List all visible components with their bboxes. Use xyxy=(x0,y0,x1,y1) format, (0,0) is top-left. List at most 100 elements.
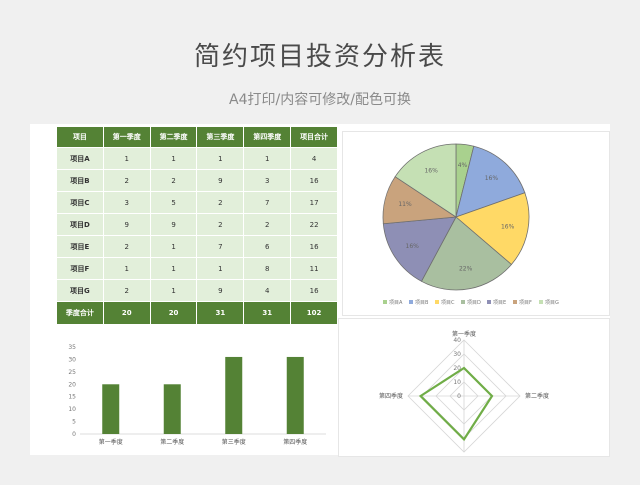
radar-tick-label: 40 xyxy=(453,337,461,344)
table-cell[interactable]: 2 xyxy=(102,235,151,258)
table-cell[interactable]: 9 xyxy=(196,169,245,192)
table-row: 项目G 2 1 9 4 16 xyxy=(56,279,338,302)
legend-swatch xyxy=(487,300,491,304)
table-row: 项目D 9 9 2 2 22 xyxy=(56,213,338,236)
table-cell[interactable]: 1 xyxy=(102,257,151,280)
y-tick-label: 30 xyxy=(68,356,76,363)
total-cell[interactable]: 31 xyxy=(243,301,292,325)
radar-chart-panel[interactable]: 010203040第一季度第二季度第三季度第四季度 xyxy=(338,318,610,464)
total-cell[interactable]: 20 xyxy=(102,301,151,325)
table-cell[interactable]: 项目G xyxy=(56,279,104,302)
total-cell[interactable]: 20 xyxy=(149,301,198,325)
table-cell[interactable]: 16 xyxy=(290,235,338,258)
bar xyxy=(286,356,304,434)
table-row: 项目B 2 2 9 3 16 xyxy=(56,169,338,192)
investment-table: 项目 第一季度 第二季度 第三季度 第四季度 项目合计 项目A 1 1 1 1 … xyxy=(56,126,338,325)
table-cell[interactable]: 1 xyxy=(149,279,198,302)
legend-label: 项目A xyxy=(389,300,403,306)
x-tick-label: 第四季度 xyxy=(283,438,307,446)
legend-label: 项目C xyxy=(441,300,455,306)
y-tick-label: 0 xyxy=(72,431,76,438)
table-row: 项目A 1 1 1 1 4 xyxy=(56,147,338,170)
bar xyxy=(225,356,243,434)
table-header-row: 项目 第一季度 第二季度 第三季度 第四季度 项目合计 xyxy=(56,126,338,148)
table-cell[interactable]: 16 xyxy=(290,169,338,192)
header-cell[interactable]: 项目 xyxy=(56,126,104,148)
table-cell[interactable]: 17 xyxy=(290,191,338,214)
y-tick-label: 20 xyxy=(68,381,76,388)
radar-chart: 010203040第一季度第二季度第三季度第四季度 xyxy=(379,330,549,464)
table-row: 项目C 3 5 2 7 17 xyxy=(56,191,338,214)
table-cell[interactable]: 项目A xyxy=(56,147,104,170)
table-cell[interactable]: 8 xyxy=(243,257,292,280)
table-cell[interactable]: 5 xyxy=(149,191,198,214)
legend-swatch xyxy=(513,300,517,304)
table-cell[interactable]: 项目C xyxy=(56,191,104,214)
total-cell[interactable]: 31 xyxy=(196,301,245,325)
table-cell[interactable]: 2 xyxy=(196,213,245,236)
header-cell[interactable]: 项目合计 xyxy=(290,126,338,148)
header-cell[interactable]: 第二季度 xyxy=(149,126,198,148)
legend-label: 项目B xyxy=(415,300,429,306)
bar-chart-panel[interactable]: 0 5 10 15 20 25 30 35 第一季度 第二季度 第三季度 第四季度 xyxy=(56,328,334,453)
table-cell[interactable]: 22 xyxy=(290,213,338,236)
table-cell[interactable]: 2 xyxy=(196,191,245,214)
table-row: 项目E 2 1 7 6 16 xyxy=(56,235,338,258)
table-cell[interactable]: 2 xyxy=(102,279,151,302)
bar xyxy=(163,384,181,434)
table-cell[interactable]: 1 xyxy=(102,147,151,170)
table-cell[interactable]: 2 xyxy=(102,169,151,192)
radar-tick-label: 10 xyxy=(453,379,461,386)
radar-category-label: 第一季度 xyxy=(452,330,476,338)
table-cell[interactable]: 1 xyxy=(196,147,245,170)
bar-chart: 0 5 10 15 20 25 30 35 第一季度 第二季度 第三季度 第四季度 xyxy=(68,344,326,446)
table-cell[interactable]: 4 xyxy=(243,279,292,302)
y-tick-label: 10 xyxy=(68,406,76,413)
table-cell[interactable]: 项目D xyxy=(56,213,104,236)
table-cell[interactable]: 项目F xyxy=(56,257,104,280)
table-cell[interactable]: 6 xyxy=(243,235,292,258)
table-cell[interactable]: 项目B xyxy=(56,169,104,192)
table-cell[interactable]: 3 xyxy=(102,191,151,214)
y-tick-label: 35 xyxy=(68,344,76,351)
table-cell[interactable]: 3 xyxy=(243,169,292,192)
table-total-row: 季度合计 20 20 31 31 102 xyxy=(56,301,338,325)
x-tick-label: 第二季度 xyxy=(160,438,184,446)
table-cell[interactable]: 16 xyxy=(290,279,338,302)
header-cell[interactable]: 第一季度 xyxy=(102,126,151,148)
pie-data-label: 16% xyxy=(406,243,420,250)
table-cell[interactable]: 7 xyxy=(243,191,292,214)
legend-label: 项目E xyxy=(493,300,506,306)
table-cell[interactable]: 1 xyxy=(243,147,292,170)
bar xyxy=(102,384,120,434)
table-cell[interactable]: 9 xyxy=(196,279,245,302)
radar-tick-label: 30 xyxy=(453,351,461,358)
total-cell[interactable]: 102 xyxy=(290,301,338,325)
table-cell[interactable]: 1 xyxy=(196,257,245,280)
legend-swatch xyxy=(409,300,413,304)
x-tick-label: 第一季度 xyxy=(99,438,123,446)
table-row: 项目F 1 1 1 8 11 xyxy=(56,257,338,280)
pie-chart-panel[interactable]: 4% 16% 16% 22% 16% 11% 16% 项目A 项目B 项目C 项目D 项目E 项目F 项目… xyxy=(342,131,610,316)
table-cell[interactable]: 1 xyxy=(149,257,198,280)
y-tick-label: 5 xyxy=(72,419,76,426)
table-cell[interactable]: 1 xyxy=(149,147,198,170)
pie-data-label: 22% xyxy=(459,266,473,273)
table-cell[interactable]: 9 xyxy=(102,213,151,236)
legend-label: 项目G xyxy=(545,300,559,306)
legend-swatch xyxy=(539,300,543,304)
table-cell[interactable]: 9 xyxy=(149,213,198,236)
header-cell[interactable]: 第四季度 xyxy=(243,126,292,148)
table-cell[interactable]: 1 xyxy=(149,235,198,258)
page-title: 简约项目投资分析表 xyxy=(193,42,446,72)
header-cell[interactable]: 第三季度 xyxy=(196,126,245,148)
x-tick-label: 第三季度 xyxy=(222,438,246,446)
table-cell[interactable]: 4 xyxy=(290,147,338,170)
table-cell[interactable]: 项目E xyxy=(56,235,104,258)
total-cell[interactable]: 季度合计 xyxy=(56,301,104,325)
table-cell[interactable]: 2 xyxy=(243,213,292,236)
pie-chart: 4% 16% 16% 22% 16% 11% 16% 项目A 项目B 项目C 项目D 项目E 项目F 项目… xyxy=(382,143,559,306)
table-cell[interactable]: 11 xyxy=(290,257,338,280)
table-cell[interactable]: 7 xyxy=(196,235,245,258)
table-cell[interactable]: 2 xyxy=(149,169,198,192)
